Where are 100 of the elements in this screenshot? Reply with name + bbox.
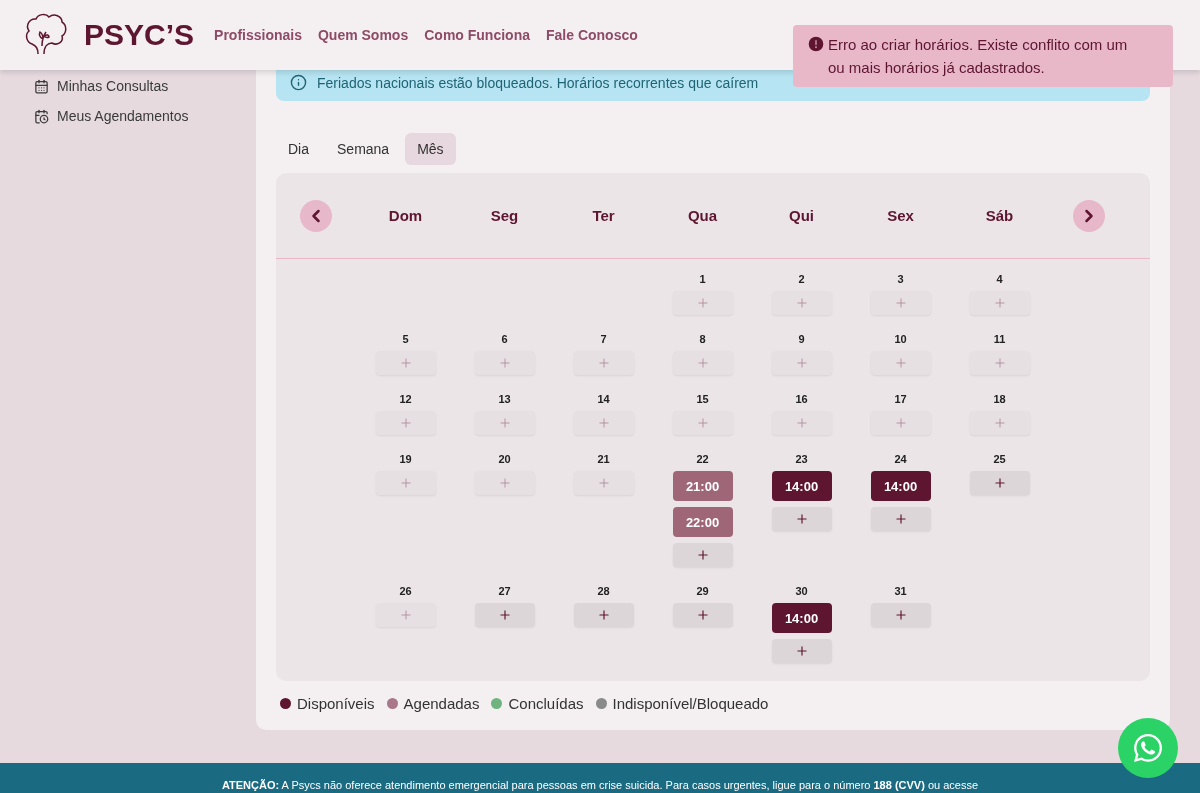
day-number: 10: [894, 333, 907, 345]
nav-link[interactable]: Quem Somos: [317, 27, 409, 43]
day-number: 17: [894, 393, 907, 405]
previous-month-button[interactable]: [300, 199, 332, 232]
plus-icon: [596, 356, 611, 370]
view-tab[interactable]: Dia: [276, 133, 321, 165]
plus-icon: [695, 356, 710, 370]
plus-icon: [893, 608, 908, 622]
time-slot[interactable]: 14:00: [771, 603, 832, 633]
time-slot[interactable]: 14:00: [771, 471, 832, 501]
day-number: 24: [894, 453, 907, 465]
day-number: 28: [597, 585, 610, 597]
plus-icon: [695, 416, 710, 430]
plus-icon: [497, 608, 512, 622]
day-number: 4: [996, 273, 1003, 285]
day-number: 6: [501, 333, 508, 345]
day-number: 21: [597, 453, 610, 465]
day-number: 12: [399, 393, 412, 405]
time-slot[interactable]: 22:00: [672, 507, 733, 537]
weekday-label: Sáb: [985, 207, 1014, 224]
add-slot-button[interactable]: [771, 507, 832, 531]
plus-icon: [893, 512, 908, 526]
nav-link[interactable]: Fale Conosco: [546, 27, 638, 43]
plus-icon: [992, 476, 1007, 490]
plus-icon: [695, 296, 710, 310]
legend-label: Indisponível/Bloqueado: [612, 695, 769, 712]
day-number: 5: [402, 333, 409, 345]
add-slot-button[interactable]: [870, 507, 931, 531]
weekday-label: Qui: [789, 207, 814, 224]
weekday-label: Seg: [490, 207, 519, 224]
plus-icon: [893, 416, 908, 430]
next-month-button[interactable]: [1073, 199, 1105, 232]
logo-text: PSYC’S: [84, 18, 195, 52]
calendar-icon: [34, 78, 49, 94]
day-number: 3: [897, 273, 904, 285]
day-number: 9: [798, 333, 805, 345]
day-number: 2: [798, 273, 805, 285]
day-number: 18: [993, 393, 1006, 405]
day-number: 19: [399, 453, 412, 465]
weekday-label: Qua: [687, 207, 718, 224]
day-number: 1: [699, 273, 706, 285]
day-number: 31: [894, 585, 907, 597]
weekday-label: Ter: [592, 207, 615, 224]
footer-text: ATENÇÃO: A Psycs não oferece atendimento emergencial para pessoas em crise suicida. Para casos urgentes, ligue para o número 188 (CVV) ou acesse: [221, 779, 979, 791]
weekday-label: Dom: [388, 207, 423, 224]
plus-icon: [398, 356, 413, 370]
add-slot-button[interactable]: [474, 603, 535, 627]
plus-icon: [794, 356, 809, 370]
plus-icon: [992, 356, 1007, 370]
legend-label: Disponíveis: [297, 695, 375, 712]
day-number: 20: [498, 453, 511, 465]
add-slot-button[interactable]: [672, 543, 733, 567]
calendar-icon: [34, 108, 49, 124]
plus-icon: [695, 608, 710, 622]
plus-icon: [596, 416, 611, 430]
time-slot[interactable]: 14:00: [870, 471, 931, 501]
weekday-label: Sex: [887, 207, 914, 224]
plus-icon: [992, 296, 1007, 310]
plus-icon: [497, 476, 512, 490]
plus-icon: [497, 356, 512, 370]
sidebar-item[interactable]: Meus Agendamentos: [34, 108, 256, 124]
add-slot-button[interactable]: [969, 471, 1030, 495]
plus-icon: [695, 548, 710, 562]
plus-icon: [398, 416, 413, 430]
plus-icon: [596, 476, 611, 490]
banner-text: Feriados nacionais estão bloqueados. Horários recorrentes que caírem: [317, 74, 759, 91]
day-number: 29: [696, 585, 709, 597]
add-slot-button[interactable]: [672, 603, 733, 627]
add-slot-button[interactable]: [771, 639, 832, 663]
nav-link[interactable]: Como Funciona: [424, 27, 530, 43]
day-number: 13: [498, 393, 511, 405]
add-slot-button[interactable]: [870, 603, 931, 627]
nav-link[interactable]: Profissionais: [214, 27, 302, 43]
legend-label: Concluídas: [508, 695, 584, 712]
day-number: 8: [699, 333, 706, 345]
view-tab[interactable]: Mês: [405, 133, 456, 165]
plus-icon: [893, 356, 908, 370]
plus-icon: [794, 416, 809, 430]
day-number: 15: [696, 393, 709, 405]
day-number: 23: [795, 453, 808, 465]
plus-icon: [398, 608, 413, 622]
time-slot[interactable]: 21:00: [672, 471, 733, 501]
add-slot-button[interactable]: [573, 603, 634, 627]
day-number: 14: [597, 393, 610, 405]
plus-icon: [992, 416, 1007, 430]
view-tab[interactable]: Semana: [325, 133, 402, 165]
toast-message: Erro ao criar horários. Existe conflito com um ou mais horários já cadastrados.: [828, 35, 1129, 78]
info-icon: [290, 74, 307, 91]
day-number: 25: [993, 453, 1006, 465]
sidebar-item[interactable]: Minhas Consultas: [34, 78, 256, 94]
plus-icon: [794, 296, 809, 310]
day-number: 27: [498, 585, 511, 597]
plus-icon: [398, 476, 413, 490]
day-number: 16: [795, 393, 808, 405]
day-number: 26: [399, 585, 412, 597]
legend-label: Agendadas: [403, 695, 480, 712]
warning-icon: [807, 35, 825, 53]
day-number: 7: [600, 333, 607, 345]
day-number: 22: [696, 453, 709, 465]
plus-icon: [794, 512, 809, 526]
